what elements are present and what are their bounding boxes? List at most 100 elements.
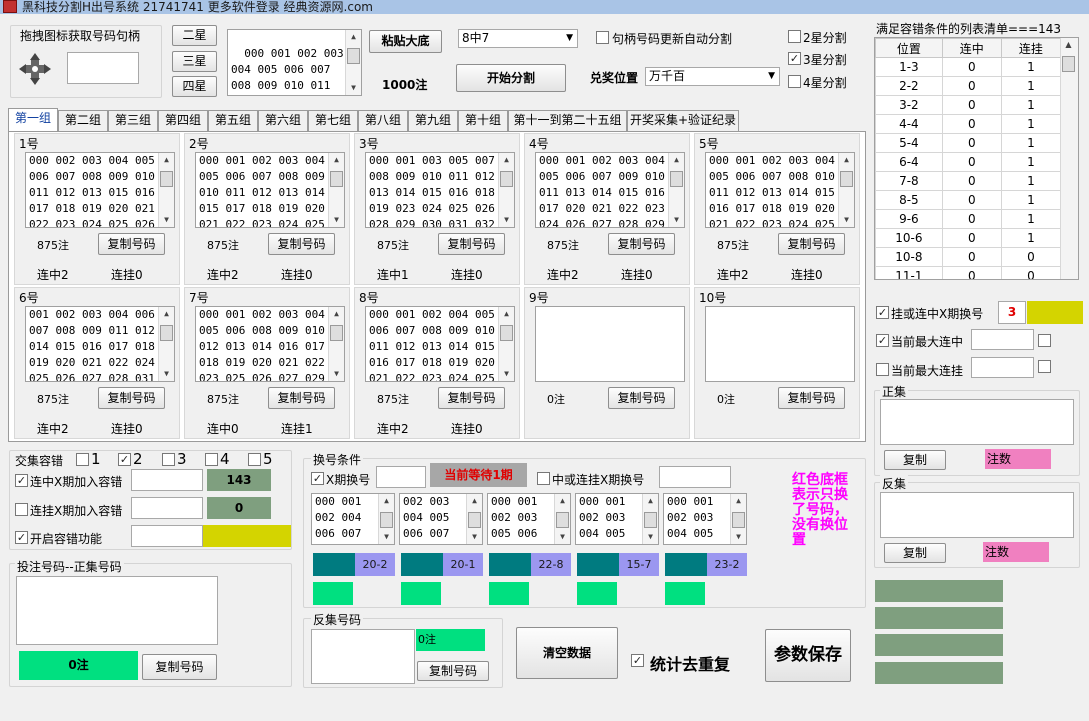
- table-row[interactable]: 4-4 0 1: [875, 114, 1062, 134]
- crosshair-icon[interactable]: [18, 52, 52, 86]
- scroll-down-icon[interactable]: ▼: [731, 530, 746, 544]
- zheng-output[interactable]: [880, 399, 1074, 445]
- tab-3[interactable]: 第三组: [108, 110, 158, 131]
- swap-list[interactable]: 000 001 002 004 006 007 ▲ ▼: [311, 493, 395, 545]
- dedupe-checkbox[interactable]: ✓: [631, 654, 644, 667]
- scroll-down-icon[interactable]: ▼: [467, 530, 482, 544]
- list-scrollbar[interactable]: ▲ ▼: [838, 153, 854, 227]
- opt3-checkbox[interactable]: [876, 363, 889, 376]
- table-scrollbar[interactable]: ▲: [1060, 38, 1078, 279]
- table-row[interactable]: 8-5 0 1: [875, 190, 1062, 210]
- scroll-up-icon[interactable]: ▲: [467, 494, 482, 508]
- list-scrollbar[interactable]: ▲ ▼: [466, 494, 482, 544]
- input-number-list[interactable]: 000 001 002 003 004 005 006 007 008 009 …: [227, 29, 362, 96]
- list-scrollbar[interactable]: ▲ ▼: [554, 494, 570, 544]
- cell-copy-button[interactable]: 复制号码: [608, 233, 675, 255]
- cell-number-list[interactable]: 000 001 002 003 004 005 006 007 008 009 …: [195, 152, 345, 228]
- cell-number-list[interactable]: 000 001 002 003 004 005 006 008 009 010 …: [195, 306, 345, 382]
- prize-position-select[interactable]: 万千百 ▼: [645, 67, 780, 86]
- tab-7[interactable]: 第七组: [308, 110, 358, 131]
- scroll-up-icon[interactable]: ▲: [669, 153, 684, 167]
- scroll-down-icon[interactable]: ▼: [346, 81, 361, 95]
- split-2star-checkbox[interactable]: [788, 30, 801, 43]
- table-row[interactable]: 2-2 0 1: [875, 76, 1062, 96]
- row1-checkbox[interactable]: ✓: [15, 474, 28, 487]
- scroll-thumb[interactable]: [330, 171, 343, 187]
- scroll-thumb[interactable]: [732, 512, 745, 528]
- scroll-up-icon[interactable]: ▲: [499, 307, 514, 321]
- scroll-thumb[interactable]: [1062, 56, 1075, 72]
- table-row[interactable]: 7-8 0 1: [875, 171, 1062, 191]
- scroll-down-icon[interactable]: ▼: [669, 213, 684, 227]
- scroll-down-icon[interactable]: ▼: [555, 530, 570, 544]
- or-swap-checkbox[interactable]: [537, 472, 550, 485]
- x-swap-checkbox[interactable]: ✓: [311, 472, 324, 485]
- tolerance-checkbox-3[interactable]: [162, 453, 175, 466]
- fan-output[interactable]: [880, 492, 1074, 538]
- cell-number-list[interactable]: 000 001 002 004 005 006 007 008 009 010 …: [365, 306, 515, 382]
- scroll-down-icon[interactable]: ▼: [643, 530, 658, 544]
- scroll-thumb[interactable]: [160, 325, 173, 341]
- scroll-thumb[interactable]: [840, 171, 853, 187]
- scroll-up-icon[interactable]: ▲: [1061, 38, 1076, 52]
- scroll-thumb[interactable]: [160, 171, 173, 187]
- scroll-up-icon[interactable]: ▲: [346, 30, 361, 44]
- scroll-up-icon[interactable]: ▲: [731, 494, 746, 508]
- cell-copy-button[interactable]: 复制号码: [98, 387, 165, 409]
- tab-2[interactable]: 第二组: [58, 110, 108, 131]
- scroll-thumb[interactable]: [644, 512, 657, 528]
- table-row[interactable]: 6-4 0 1: [875, 152, 1062, 172]
- list-scrollbar[interactable]: ▲ ▼: [158, 153, 174, 227]
- scroll-up-icon[interactable]: ▲: [555, 494, 570, 508]
- opt2-field[interactable]: [971, 329, 1034, 350]
- list-scrollbar[interactable]: ▲ ▼: [328, 153, 344, 227]
- table-row[interactable]: 1-3 0 1: [875, 57, 1062, 77]
- cell-number-list[interactable]: 001 002 003 004 006 007 008 009 011 012 …: [25, 306, 175, 382]
- scroll-thumb[interactable]: [500, 171, 513, 187]
- result-table[interactable]: 位置 连中 连挂 1-3 0 1 2-2 0 1 3-2 0 1 4-4 0 1 5-4 0 1 6-4 0 1 7-8…: [874, 37, 1079, 280]
- fan-copy-button[interactable]: 复制: [884, 543, 946, 563]
- bet-copy-button[interactable]: 复制号码: [142, 654, 217, 680]
- tolerance-checkbox-1[interactable]: [76, 453, 89, 466]
- tab-11[interactable]: 第十一到第二十五组: [508, 110, 627, 131]
- tab-12[interactable]: 开奖采集+验证纪录: [627, 110, 739, 131]
- table-row[interactable]: 10-8 0 0: [875, 247, 1062, 267]
- list-scrollbar[interactable]: ▲ ▼: [378, 494, 394, 544]
- scroll-thumb[interactable]: [468, 512, 481, 528]
- swap-list[interactable]: 000 001 002 003 004 005 ▲ ▼: [663, 493, 747, 545]
- opt3-extra-checkbox[interactable]: [1038, 360, 1051, 373]
- scroll-down-icon[interactable]: ▼: [329, 367, 344, 381]
- list-scrollbar[interactable]: ▲ ▼: [730, 494, 746, 544]
- list-scrollbar[interactable]: ▲ ▼: [328, 307, 344, 381]
- handle-field[interactable]: [67, 52, 139, 84]
- list-scrollbar[interactable]: ▲ ▼: [498, 307, 514, 381]
- or-swap-field[interactable]: [659, 466, 731, 488]
- tab-1[interactable]: 第一组: [8, 108, 58, 132]
- scroll-down-icon[interactable]: ▼: [159, 367, 174, 381]
- cell-copy-button[interactable]: 复制号码: [268, 387, 335, 409]
- fan-box-output[interactable]: [311, 629, 415, 684]
- save-params-button[interactable]: 参数保存: [765, 629, 851, 682]
- cell-number-list[interactable]: 000 001 002 003 004 005 006 007 009 010 …: [535, 152, 685, 228]
- cell-number-list[interactable]: [705, 306, 855, 382]
- row3-field[interactable]: [131, 525, 203, 547]
- opt3-field[interactable]: [971, 357, 1034, 378]
- scroll-up-icon[interactable]: ▲: [159, 153, 174, 167]
- tolerance-checkbox-4[interactable]: [205, 453, 218, 466]
- opt2-checkbox[interactable]: ✓: [876, 334, 889, 347]
- tab-8[interactable]: 第八组: [358, 110, 408, 131]
- tolerance-checkbox-2[interactable]: ✓: [118, 453, 131, 466]
- clear-data-button[interactable]: 清空数据: [516, 627, 618, 679]
- scroll-down-icon[interactable]: ▼: [379, 530, 394, 544]
- split-4star-checkbox[interactable]: [788, 75, 801, 88]
- scroll-thumb[interactable]: [500, 325, 513, 341]
- cell-copy-button[interactable]: 复制号码: [268, 233, 335, 255]
- scroll-up-icon[interactable]: ▲: [379, 494, 394, 508]
- scroll-thumb[interactable]: [670, 171, 683, 187]
- tolerance-checkbox-5[interactable]: [248, 453, 261, 466]
- table-row[interactable]: 10-6 0 1: [875, 228, 1062, 248]
- scroll-up-icon[interactable]: ▲: [499, 153, 514, 167]
- tab-5[interactable]: 第五组: [208, 110, 258, 131]
- opt1-checkbox[interactable]: ✓: [876, 306, 889, 319]
- cell-copy-button[interactable]: 复制号码: [438, 387, 505, 409]
